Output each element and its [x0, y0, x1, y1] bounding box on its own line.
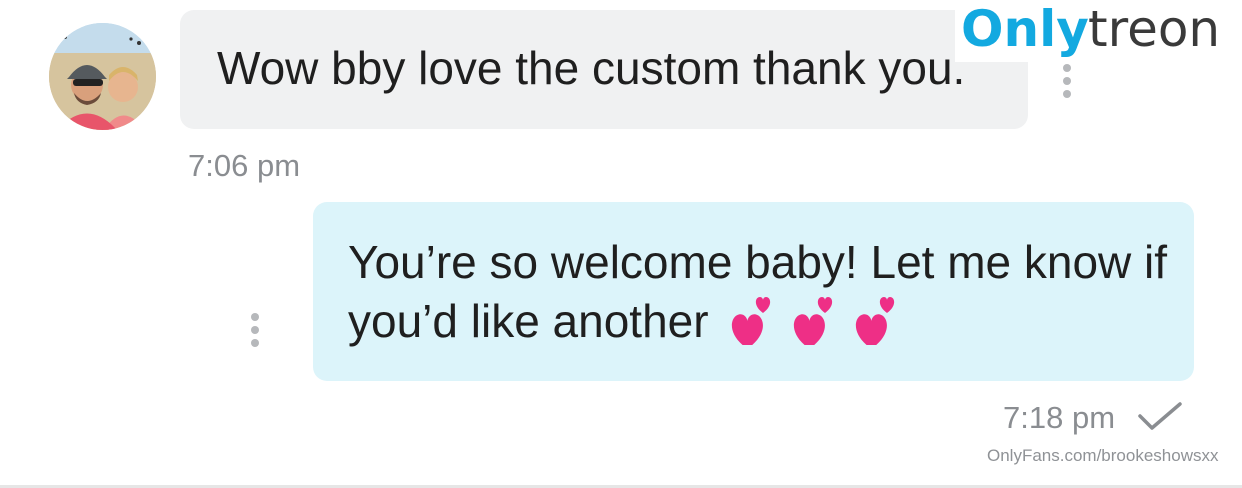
incoming-message-timestamp: 7:06 pm [188, 148, 301, 183]
outgoing-message-bubble[interactable]: You’re so welcome baby! Let me know if y… [313, 202, 1194, 381]
incoming-message-text: Wow bby love the custom thank you. [217, 42, 966, 94]
watermark-logo-part2: treon [1088, 0, 1221, 58]
incoming-message-more-icon[interactable] [1060, 64, 1074, 104]
outgoing-message-content: You’re so welcome baby! Let me know if y… [348, 234, 1168, 358]
emoji-group [723, 291, 909, 358]
watermark-url: OnlyFans.com/brookeshowsxx [987, 446, 1219, 465]
two-hearts-emoji-icon [847, 297, 909, 355]
checkmark-icon [1138, 402, 1182, 430]
two-hearts-emoji-icon [723, 297, 785, 355]
sender-avatar[interactable] [49, 23, 156, 130]
avatar-photo-icon [49, 23, 156, 130]
incoming-message-bubble[interactable]: Wow bby love the custom thank you. [180, 10, 1028, 129]
two-hearts-emoji-icon [785, 297, 847, 355]
outgoing-message-more-icon[interactable] [248, 313, 262, 353]
outgoing-message-timestamp: 7:18 pm [1003, 400, 1116, 435]
watermark-logo-part1: Only [961, 0, 1089, 58]
watermark-logo: Only treon [955, 0, 1242, 62]
